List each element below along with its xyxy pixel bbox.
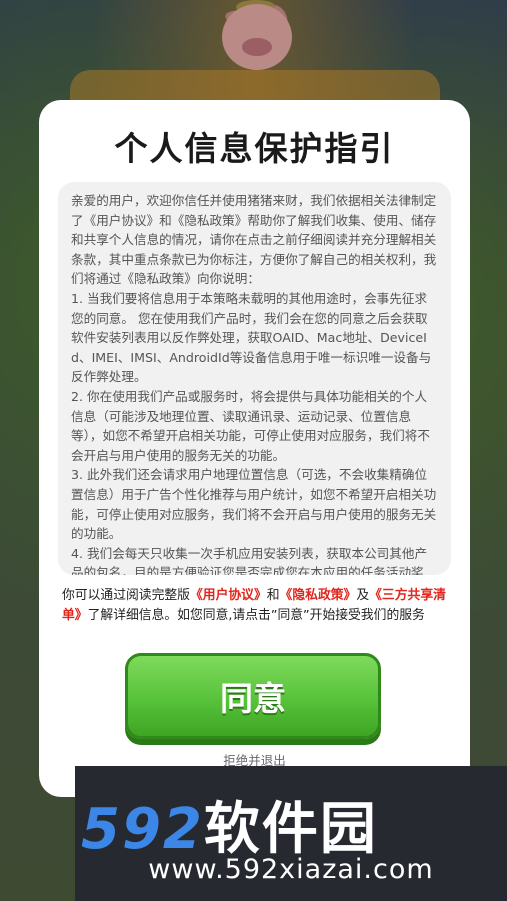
pig-mascot-icon — [222, 4, 292, 70]
privacy-policy-link[interactable]: 《隐私政策》 — [280, 588, 357, 603]
watermark-digits: 592 — [81, 797, 204, 862]
watermark-brand: 软件园 — [203, 797, 378, 862]
user-agreement-link[interactable]: 《用户协议》 — [190, 588, 267, 603]
pig-nose-icon — [242, 38, 272, 56]
policy-scroll-area[interactable]: 亲爱的用户，欢迎你信任并使用猪猪来财，我们依据相关法律制定了《用户协议》和《隐私… — [58, 182, 451, 575]
policy-text: 亲爱的用户，欢迎你信任并使用猪猪来财，我们依据相关法律制定了《用户协议》和《隐私… — [71, 193, 437, 575]
notice-prefix: 你可以通过阅读完整版 — [62, 588, 190, 603]
site-watermark: 592软件园 www.592xiazai.com — [75, 766, 507, 901]
watermark-logo: 592软件园 — [81, 784, 501, 865]
privacy-dialog: 个人信息保护指引 亲爱的用户，欢迎你信任并使用猪猪来财，我们依据相关法律制定了《… — [39, 100, 470, 797]
agree-button[interactable]: 同意 — [125, 653, 381, 739]
consent-notice: 你可以通过阅读完整版《用户协议》和《隐私政策》及《三方共享清单》了解详细信息。如… — [62, 586, 450, 625]
agree-button-label: 同意 — [220, 679, 286, 718]
notice-suffix: 了解详细信息。如您同意,请点击”同意”开始接受我们的服务 — [87, 607, 425, 623]
notice-and2: 及 — [356, 588, 370, 603]
watermark-url: www.592xiazai.com — [148, 854, 434, 885]
notice-and: 和 — [266, 588, 280, 603]
dialog-title: 个人信息保护指引 — [114, 129, 395, 168]
